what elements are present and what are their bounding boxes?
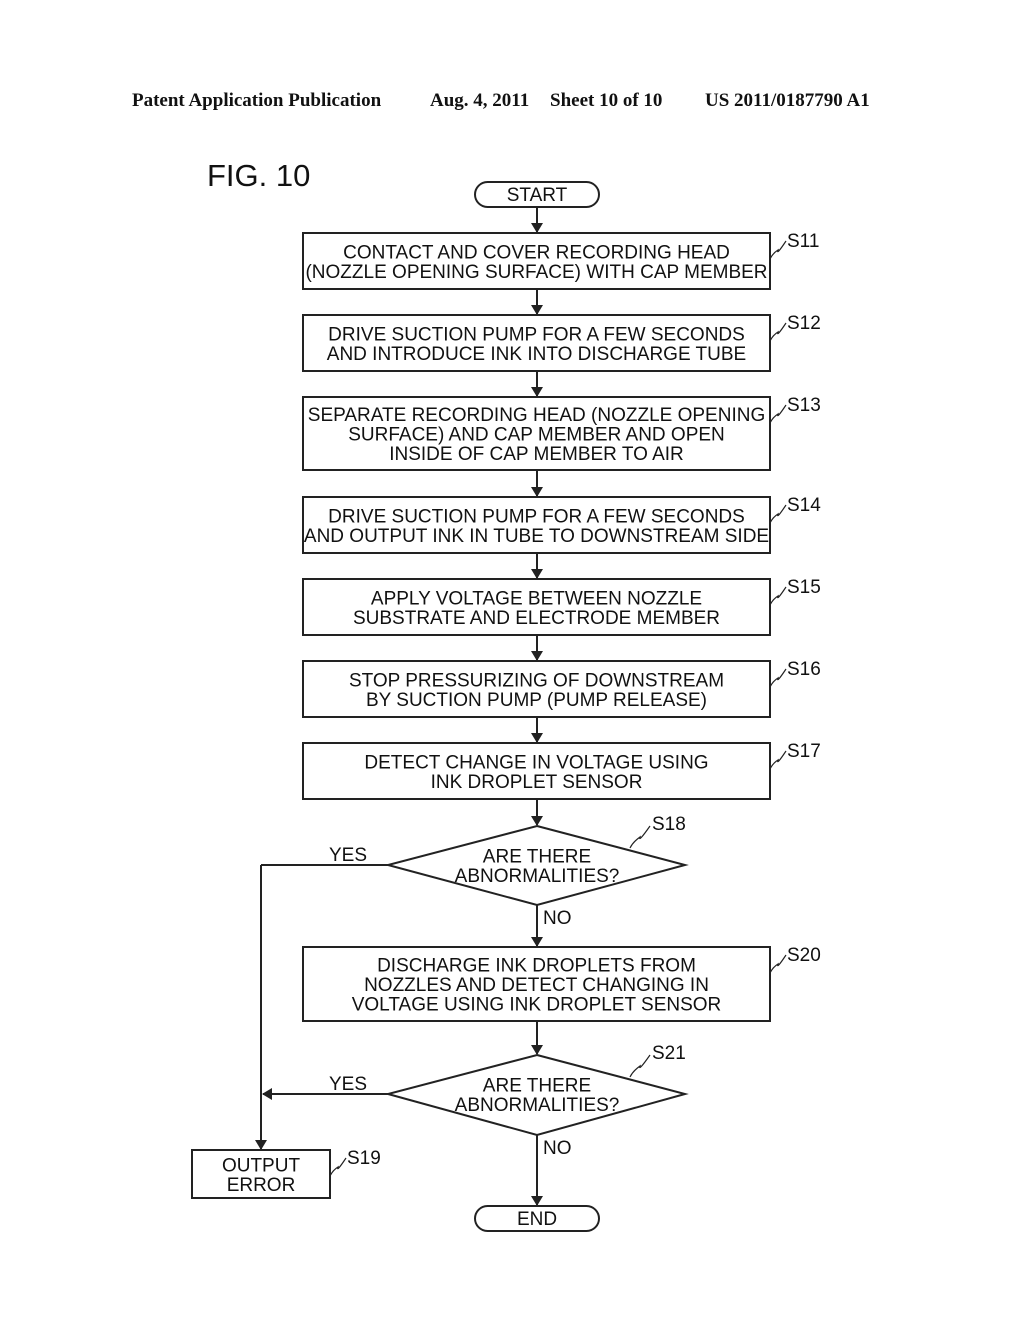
leader-line [769, 404, 787, 424]
leader-line [769, 504, 787, 524]
process-step-s13-line: SURFACE) AND CAP MEMBER AND OPEN [348, 425, 725, 446]
decision-s21-no-label: NO [543, 1138, 572, 1159]
process-step-s17: DETECT CHANGE IN VOLTAGE USINGINK DROPLE… [302, 741, 821, 800]
flowchart: START END CONTACT AND COVER RECORDING HEAD… [191, 181, 821, 1232]
process-step-s15: APPLY VOLTAGE BETWEEN NOZZLESUBSTRATE AN… [302, 577, 821, 636]
start-terminal-text: START [507, 185, 568, 206]
end-terminal-text: END [517, 1209, 557, 1230]
leader-line [629, 825, 651, 849]
process-step-s16: STOP PRESSURIZING OF DOWNSTREAMBY SUCTIO… [302, 659, 821, 718]
process-step-s12: DRIVE SUCTION PUMP FOR A FEW SECONDSAND … [302, 313, 821, 372]
leader-line [769, 750, 787, 770]
process-step-s13-line: INSIDE OF CAP MEMBER TO AIR [389, 444, 684, 465]
step-label-s21: S21 [652, 1043, 686, 1064]
leader-line [329, 1157, 347, 1177]
process-step-s17-line: INK DROPLET SENSOR [431, 772, 643, 793]
leader-line [769, 240, 787, 260]
process-step-s11: CONTACT AND COVER RECORDING HEAD(NOZZLE … [302, 231, 819, 290]
leader-line [769, 322, 787, 342]
end-terminal: END [474, 1205, 600, 1232]
process-step-s17-line: DETECT CHANGE IN VOLTAGE USING [364, 752, 708, 773]
decision-s18-line: ABNORMALITIES? [455, 866, 620, 887]
leader-line [769, 586, 787, 606]
decision-s21-line: ABNORMALITIES? [455, 1095, 620, 1116]
process-step-s12-line: DRIVE SUCTION PUMP FOR A FEW SECONDS [328, 324, 745, 345]
process-step-s14-line: AND OUTPUT INK IN TUBE TO DOWNSTREAM SID… [304, 526, 769, 547]
step-label-s19: S19 [347, 1148, 381, 1169]
process-step-s20: DISCHARGE INK DROPLETS FROMNOZZLES AND D… [302, 945, 821, 1022]
step-label-s11: S11 [787, 231, 819, 252]
process-step-s19-line: OUTPUT [222, 1155, 301, 1176]
step-label-s15: S15 [787, 577, 821, 598]
decision-s18-no-label: NO [543, 908, 572, 929]
process-step-s19: OUTPUTERROR S19 [191, 1148, 381, 1199]
step-label-s17: S17 [787, 741, 821, 762]
process-step-s19-line: ERROR [227, 1175, 296, 1196]
process-step-s13: SEPARATE RECORDING HEAD (NOZZLE OPENINGS… [302, 395, 821, 471]
leader-line [769, 668, 787, 688]
process-step-s20-line: DISCHARGE INK DROPLETS FROM [377, 956, 696, 977]
step-label-s12: S12 [787, 313, 821, 334]
step-label-s14: S14 [787, 495, 821, 516]
decision-s18: ARE THEREABNORMALITIES? S18 YES NO [329, 814, 689, 929]
process-step-s16-line: STOP PRESSURIZING OF DOWNSTREAM [349, 670, 724, 691]
decision-s21-yes-label: YES [329, 1074, 367, 1095]
process-step-s20-line: VOLTAGE USING INK DROPLET SENSOR [352, 995, 722, 1016]
leader-line [769, 954, 787, 974]
process-step-s12-line: AND INTRODUCE INK INTO DISCHARGE TUBE [327, 344, 746, 365]
step-label-s13: S13 [787, 395, 821, 416]
process-step-s13-line: SEPARATE RECORDING HEAD (NOZZLE OPENING [308, 405, 765, 426]
decision-s21-line: ARE THERE [483, 1075, 591, 1096]
decision-s18-yes-label: YES [329, 845, 367, 866]
process-step-s15-line: SUBSTRATE AND ELECTRODE MEMBER [353, 608, 720, 629]
leader-line [629, 1054, 651, 1078]
process-step-s11-line: (NOZZLE OPENING SURFACE) WITH CAP MEMBER [305, 262, 767, 283]
process-step-s14-line: DRIVE SUCTION PUMP FOR A FEW SECONDS [328, 506, 745, 527]
step-label-s18: S18 [652, 814, 686, 835]
process-step-s20-line: NOZZLES AND DETECT CHANGING IN [364, 975, 709, 996]
decision-s18-line: ARE THERE [483, 846, 591, 867]
process-step-s16-line: BY SUCTION PUMP (PUMP RELEASE) [366, 690, 707, 711]
step-label-s20: S20 [787, 945, 821, 966]
step-label-s16: S16 [787, 659, 821, 680]
process-step-s14: DRIVE SUCTION PUMP FOR A FEW SECONDSAND … [302, 495, 821, 554]
decision-s21: ARE THEREABNORMALITIES? S21 YES NO [329, 1043, 689, 1159]
process-step-s11-line: CONTACT AND COVER RECORDING HEAD [343, 242, 730, 263]
start-terminal: START [474, 181, 600, 208]
process-step-s15-line: APPLY VOLTAGE BETWEEN NOZZLE [371, 588, 702, 609]
